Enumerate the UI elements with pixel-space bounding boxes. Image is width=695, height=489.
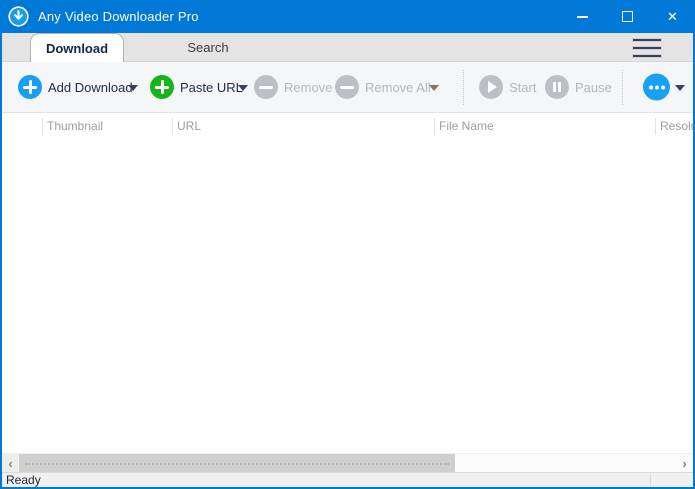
column-header-url[interactable]: URL bbox=[177, 119, 201, 133]
column-header-resolution[interactable]: Resolution bbox=[660, 119, 693, 133]
window-controls: ✕ bbox=[560, 0, 695, 33]
close-button[interactable]: ✕ bbox=[650, 0, 695, 33]
tab-download-label: Download bbox=[46, 41, 108, 56]
menu-bar-2 bbox=[632, 46, 662, 50]
toolbar-separator bbox=[622, 70, 623, 105]
maximize-icon bbox=[622, 11, 633, 22]
plus-circle-icon bbox=[18, 75, 42, 99]
menu-bar-3 bbox=[632, 54, 662, 58]
window-title: Any Video Downloader Pro bbox=[38, 9, 199, 24]
status-separator bbox=[650, 474, 651, 486]
remove-all-dropdown-icon[interactable] bbox=[429, 85, 439, 91]
remove-button[interactable]: Remove bbox=[254, 75, 332, 99]
tab-download[interactable]: Download bbox=[30, 33, 124, 62]
close-icon: ✕ bbox=[667, 10, 678, 23]
column-separator[interactable] bbox=[172, 118, 173, 135]
more-options-dropdown-icon[interactable] bbox=[675, 85, 685, 91]
remove-all-label: Remove All bbox=[365, 80, 431, 95]
scrollbar-thumb[interactable] bbox=[19, 454, 455, 472]
ellipsis-circle-icon bbox=[643, 74, 670, 101]
table-header: Thumbnail URL File Name Resolution bbox=[2, 113, 693, 140]
menu-bar-1 bbox=[632, 38, 662, 42]
column-separator[interactable] bbox=[434, 118, 435, 135]
plus-circle-icon bbox=[150, 75, 174, 99]
paste-url-dropdown-icon[interactable] bbox=[238, 85, 248, 91]
scroll-left-button[interactable]: ‹ bbox=[2, 454, 19, 472]
toolbar: Add Download Paste URL Remove Remove All… bbox=[2, 62, 693, 113]
status-bar: Ready bbox=[2, 472, 693, 487]
paste-url-button[interactable]: Paste URL bbox=[150, 75, 243, 99]
column-header-thumbnail[interactable]: Thumbnail bbox=[47, 119, 103, 133]
start-button[interactable]: Start bbox=[479, 75, 536, 99]
add-download-dropdown-icon[interactable] bbox=[128, 85, 138, 91]
scroll-right-button[interactable]: › bbox=[676, 454, 693, 472]
toolbar-separator bbox=[463, 70, 464, 105]
column-header-filename[interactable]: File Name bbox=[439, 119, 494, 133]
more-options-button[interactable] bbox=[643, 74, 670, 101]
play-circle-icon bbox=[479, 75, 503, 99]
title-bar: Any Video Downloader Pro ✕ bbox=[0, 0, 695, 33]
paste-url-label: Paste URL bbox=[180, 80, 243, 95]
chevron-left-icon: ‹ bbox=[8, 457, 12, 470]
tab-search[interactable]: Search bbox=[124, 33, 292, 62]
pause-circle-icon bbox=[545, 75, 569, 99]
tab-search-label: Search bbox=[187, 40, 228, 55]
chevron-right-icon: › bbox=[682, 457, 686, 470]
menu-icon[interactable] bbox=[632, 38, 662, 58]
remove-all-button[interactable]: Remove All bbox=[335, 75, 431, 99]
pause-button[interactable]: Pause bbox=[545, 75, 612, 99]
status-text: Ready bbox=[6, 474, 41, 486]
column-separator[interactable] bbox=[42, 118, 43, 135]
remove-label: Remove bbox=[284, 80, 332, 95]
tab-bar: Download Search bbox=[2, 33, 693, 62]
download-list-area[interactable] bbox=[2, 140, 693, 453]
app-logo-icon bbox=[8, 6, 29, 27]
minus-circle-icon bbox=[254, 75, 278, 99]
maximize-button[interactable] bbox=[605, 0, 650, 33]
app-window: Any Video Downloader Pro ✕ Download Sear… bbox=[0, 0, 695, 489]
minus-circle-icon bbox=[335, 75, 359, 99]
minimize-button[interactable] bbox=[560, 0, 605, 33]
horizontal-scrollbar[interactable]: ‹ › bbox=[2, 453, 693, 472]
minimize-icon bbox=[577, 16, 588, 18]
add-download-button[interactable]: Add Download bbox=[18, 75, 133, 99]
pause-label: Pause bbox=[575, 80, 612, 95]
add-download-label: Add Download bbox=[48, 80, 133, 95]
start-label: Start bbox=[509, 80, 536, 95]
column-separator[interactable] bbox=[655, 118, 656, 135]
